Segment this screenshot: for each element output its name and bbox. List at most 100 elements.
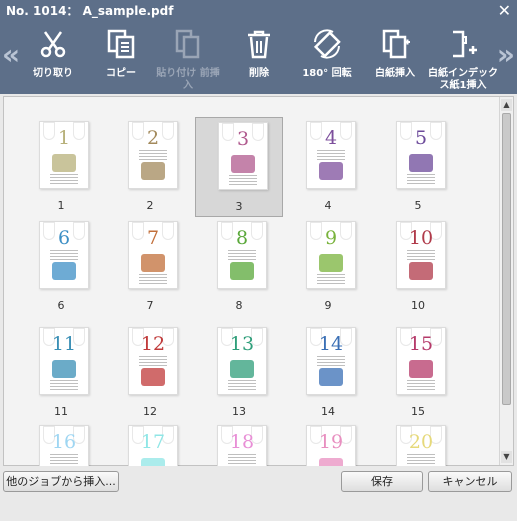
insert-index-button[interactable]: 白紙インデックス紙1挿入 (428, 22, 498, 94)
page-label: 13 (232, 405, 246, 418)
page-thumbnail[interactable]: 88 (195, 217, 283, 317)
page-text-lines (317, 356, 345, 366)
page-organizer-window: No. 1014： A_sample.pdf ✕ « » 切り取り コピー 貼り… (0, 0, 517, 496)
page-number-art: 7 (146, 227, 160, 249)
page-label: 10 (411, 299, 425, 312)
page-label: 14 (321, 405, 335, 418)
page-text-lines (50, 454, 78, 464)
page-illustration (409, 262, 433, 280)
page-number-art: 13 (229, 333, 255, 355)
page-preview: 4 (306, 121, 356, 189)
page-illustration (230, 360, 254, 378)
scroll-right-icon[interactable]: » (497, 38, 515, 71)
copy-label: コピー (106, 68, 136, 79)
paste-label: 貼り付け 前挿入 (156, 68, 220, 91)
page-thumbnail-area[interactable]: ▲ ▼ 1 1 2 2 3 3 4 4 5 5 6 6 7 7 8 8 9 9 10 10 11 11 12 12 13 13 14… (3, 96, 514, 493)
page-label: 6 (57, 299, 65, 312)
page-illustration (141, 368, 165, 386)
page-text-lines (228, 380, 256, 390)
page-thumbnail[interactable]: 44 (284, 117, 372, 217)
page-text-lines (407, 174, 435, 184)
page-thumbnail[interactable]: 99 (284, 217, 372, 317)
scissors-icon (40, 31, 66, 58)
page-preview: 11 (39, 327, 89, 395)
page-preview: 10 (396, 221, 446, 289)
page-text-lines (228, 454, 256, 464)
footer-bar: 他のジョブから挿入... 保存 キャンセル (0, 466, 517, 496)
insert-index-icon (453, 30, 477, 58)
cut-button[interactable]: 切り取り (22, 22, 84, 94)
page-text-lines (50, 174, 78, 184)
page-preview: 6 (39, 221, 89, 289)
page-preview: 13 (217, 327, 267, 395)
page-thumbnail[interactable]: 10 10 (374, 217, 462, 317)
page-text-lines (407, 250, 435, 260)
page-text-lines (407, 454, 435, 464)
page-number-art: 20 (408, 431, 434, 453)
scroll-left-icon[interactable]: « (2, 38, 20, 71)
rotate-icon (313, 29, 341, 59)
page-thumbnail[interactable]: 12 12 (106, 323, 194, 423)
page-preview: 2 (128, 121, 178, 189)
page-preview: 15 (396, 327, 446, 395)
page-number-art: 15 (408, 333, 434, 355)
rotate-label: 180° 回転 (302, 68, 352, 79)
scroll-up-arrow-icon[interactable]: ▲ (501, 99, 512, 111)
page-thumbnail[interactable]: 22 (106, 117, 194, 217)
page-preview: 7 (128, 221, 178, 289)
page-number-art: 11 (51, 333, 77, 355)
page-thumbnail[interactable]: 77 (106, 217, 194, 317)
page-preview: 8 (217, 221, 267, 289)
page-illustration (409, 154, 433, 172)
page-text-lines (139, 356, 167, 366)
page-thumbnail[interactable]: 15 15 (374, 323, 462, 423)
page-label: 4 (324, 199, 332, 212)
delete-label: 削除 (249, 68, 269, 79)
page-text-lines (229, 175, 257, 185)
page-illustration (52, 360, 76, 378)
page-number-art: 3 (236, 128, 250, 150)
vertical-scrollbar[interactable]: ▲ ▼ (499, 97, 513, 465)
close-icon[interactable]: ✕ (498, 0, 511, 22)
page-number-art: 9 (324, 227, 338, 249)
page-thumbnail[interactable]: 66 (17, 217, 105, 317)
delete-button[interactable]: 削除 (230, 22, 288, 94)
page-number-art: 19 (318, 431, 344, 453)
insert-blank-button[interactable]: 白紙挿入 (362, 22, 428, 94)
cancel-button[interactable]: キャンセル (428, 471, 512, 492)
copy-button[interactable]: コピー (88, 22, 154, 94)
copy-icon (107, 29, 135, 59)
page-thumbnail[interactable]: 33 (195, 117, 283, 217)
page-label: 3 (235, 200, 243, 213)
trash-icon (248, 30, 270, 59)
page-illustration (319, 368, 343, 386)
page-thumbnail[interactable]: 13 13 (195, 323, 283, 423)
paste-insert-before-button[interactable]: 貼り付け 前挿入 (152, 22, 224, 94)
page-illustration (319, 162, 343, 180)
page-preview: 3 (218, 122, 268, 190)
save-button[interactable]: 保存 (341, 471, 423, 492)
page-thumbnail[interactable]: 14 14 (284, 323, 372, 423)
page-text-lines (50, 380, 78, 390)
page-preview: 5 (396, 121, 446, 189)
paste-icon (175, 29, 200, 59)
window-title: No. 1014： A_sample.pdf (6, 4, 174, 18)
page-thumbnail[interactable]: 11 (17, 117, 105, 217)
page-text-lines (139, 274, 167, 284)
page-preview: 9 (306, 221, 356, 289)
page-number-art: 14 (318, 333, 344, 355)
scrollbar-thumb[interactable] (502, 113, 511, 405)
page-illustration (319, 254, 343, 272)
page-label: 5 (414, 199, 422, 212)
page-label: 9 (324, 299, 332, 312)
page-text-lines (228, 250, 256, 260)
page-label: 11 (54, 405, 68, 418)
insert-from-other-job-button[interactable]: 他のジョブから挿入... (3, 471, 119, 492)
page-number-art: 5 (414, 127, 428, 149)
rotate-180-button[interactable]: 180° 回転 (294, 22, 360, 94)
scroll-down-arrow-icon[interactable]: ▼ (501, 451, 512, 463)
page-label: 8 (235, 299, 243, 312)
page-preview: 14 (306, 327, 356, 395)
page-thumbnail[interactable]: 55 (374, 117, 462, 217)
page-thumbnail[interactable]: 11 11 (17, 323, 105, 423)
